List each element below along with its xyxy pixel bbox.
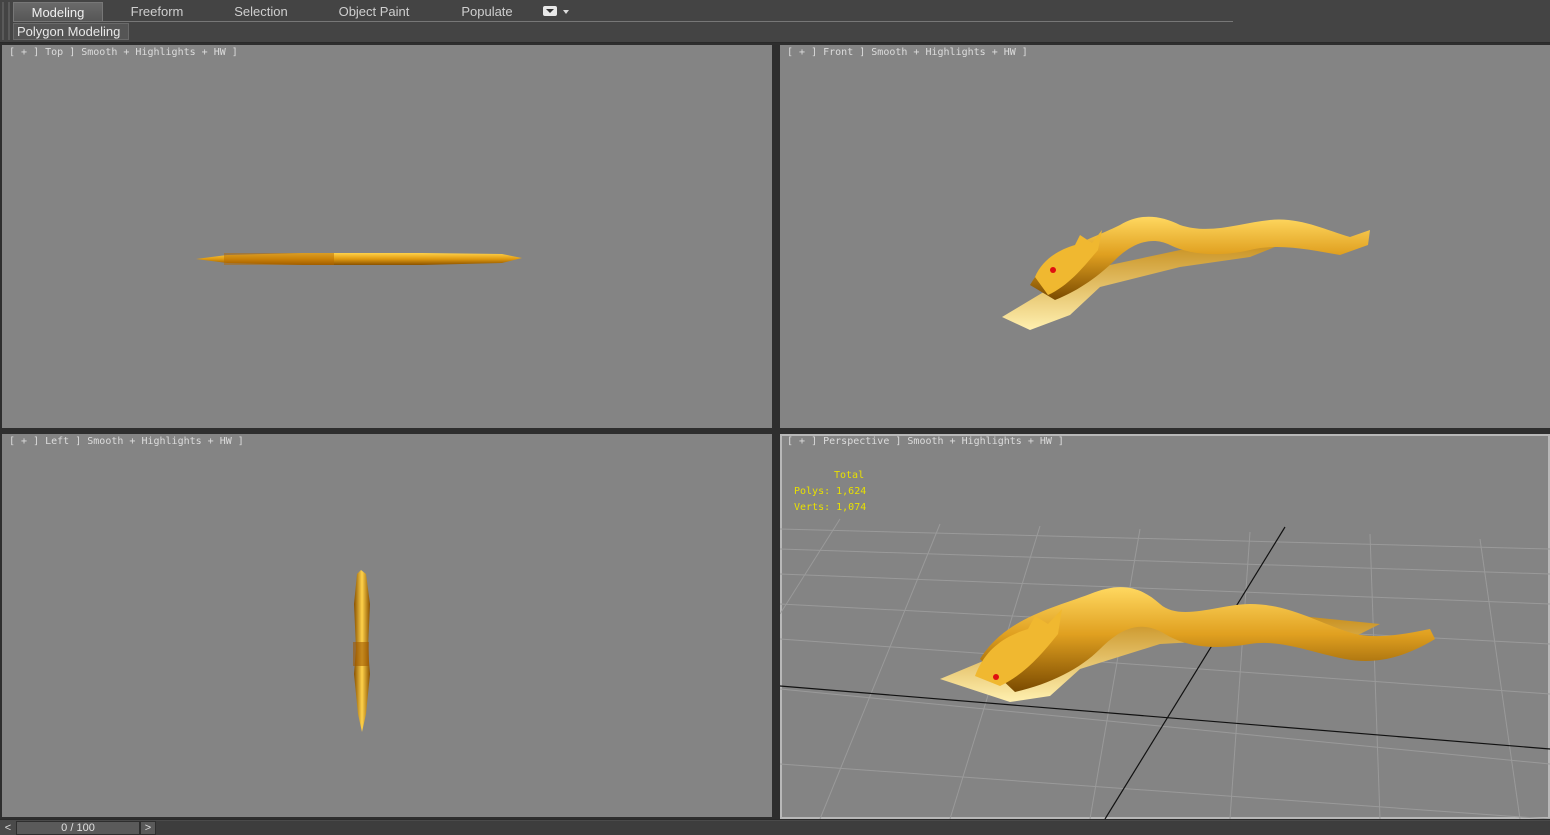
timeline-track[interactable]: [156, 821, 1550, 835]
model-front-view: [1002, 216, 1370, 330]
tab-selection[interactable]: Selection: [211, 2, 311, 22]
home-grid: [780, 518, 1550, 819]
ribbon-grip-handle[interactable]: [2, 2, 10, 40]
viewport-top[interactable]: [ + ] Top ] Smooth + Highlights + HW ]: [2, 45, 772, 428]
dragon-eye-perspective: [993, 674, 999, 680]
viewport-left[interactable]: [ + ] Left ] Smooth + Highlights + HW ]: [2, 434, 772, 817]
timeline-next-button[interactable]: >: [140, 821, 156, 835]
time-slider[interactable]: 0 / 100: [16, 821, 140, 835]
sub-tab-polygon-modeling[interactable]: Polygon Modeling: [13, 23, 129, 40]
viewport-layout: [ + ] Top ] Smooth + Highlights + HW ] […: [0, 43, 1550, 819]
tab-populate[interactable]: Populate: [437, 2, 537, 22]
dragon-detail-top: [224, 253, 334, 265]
command-ribbon: Modeling Freeform Selection Object Paint…: [0, 0, 1550, 43]
tab-object-paint[interactable]: Object Paint: [311, 2, 437, 22]
tab-modeling[interactable]: Modeling: [13, 2, 103, 22]
model-perspective-view: [780, 518, 1550, 819]
dragon-detail-left: [353, 642, 369, 666]
ribbon-divider: [13, 21, 1233, 22]
chevron-down-icon: [563, 10, 569, 14]
viewport-perspective[interactable]: [ + ] Perspective ] Smooth + Highlights …: [780, 434, 1550, 819]
ribbon-options-dropdown[interactable]: [543, 6, 571, 18]
tab-freeform[interactable]: Freeform: [103, 2, 211, 22]
time-slider-bar: < 0 / 100 >: [0, 819, 1550, 835]
timeline-prev-button[interactable]: <: [0, 821, 16, 835]
dragon-eye-front: [1050, 267, 1056, 273]
model-left-view: [353, 570, 370, 732]
dropdown-box-icon: [543, 6, 557, 16]
viewport-front[interactable]: [ + ] Front ] Smooth + Highlights + HW ]: [780, 45, 1550, 428]
grid-x-axis: [780, 685, 1550, 750]
ribbon-tabs: Modeling Freeform Selection Object Paint…: [13, 2, 537, 22]
model-top-view: [196, 253, 522, 265]
